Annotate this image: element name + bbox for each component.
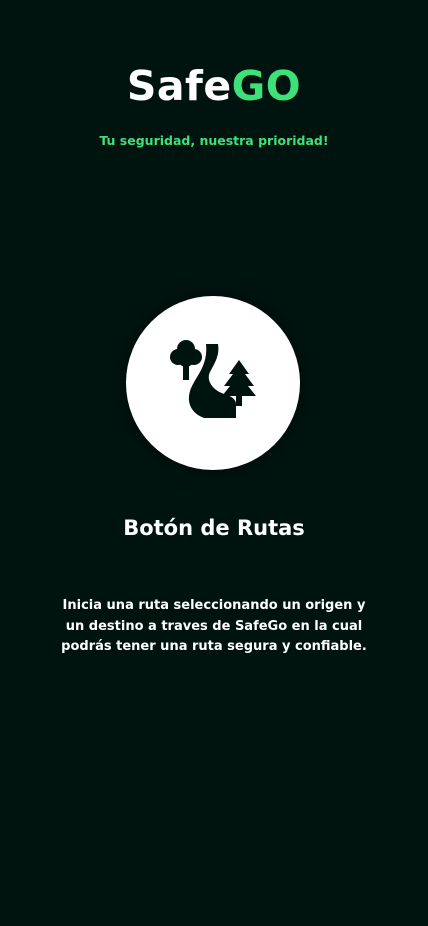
app-logo: SafeGO <box>0 60 428 112</box>
feature-title: Botón de Rutas <box>123 516 305 540</box>
forest-road-icon <box>170 340 256 418</box>
tagline: Tu seguridad, nuestra prioridad! <box>99 133 329 148</box>
logo-text-go: GO <box>231 62 302 110</box>
logo-text-safe: Safe <box>126 62 232 110</box>
onboarding-screen: SafeGO Tu seguridad, nuestra prioridad! … <box>0 0 428 926</box>
feature-description: Inicia una ruta seleccionando un origen … <box>61 598 367 654</box>
feature-icon-circle <box>126 296 300 470</box>
